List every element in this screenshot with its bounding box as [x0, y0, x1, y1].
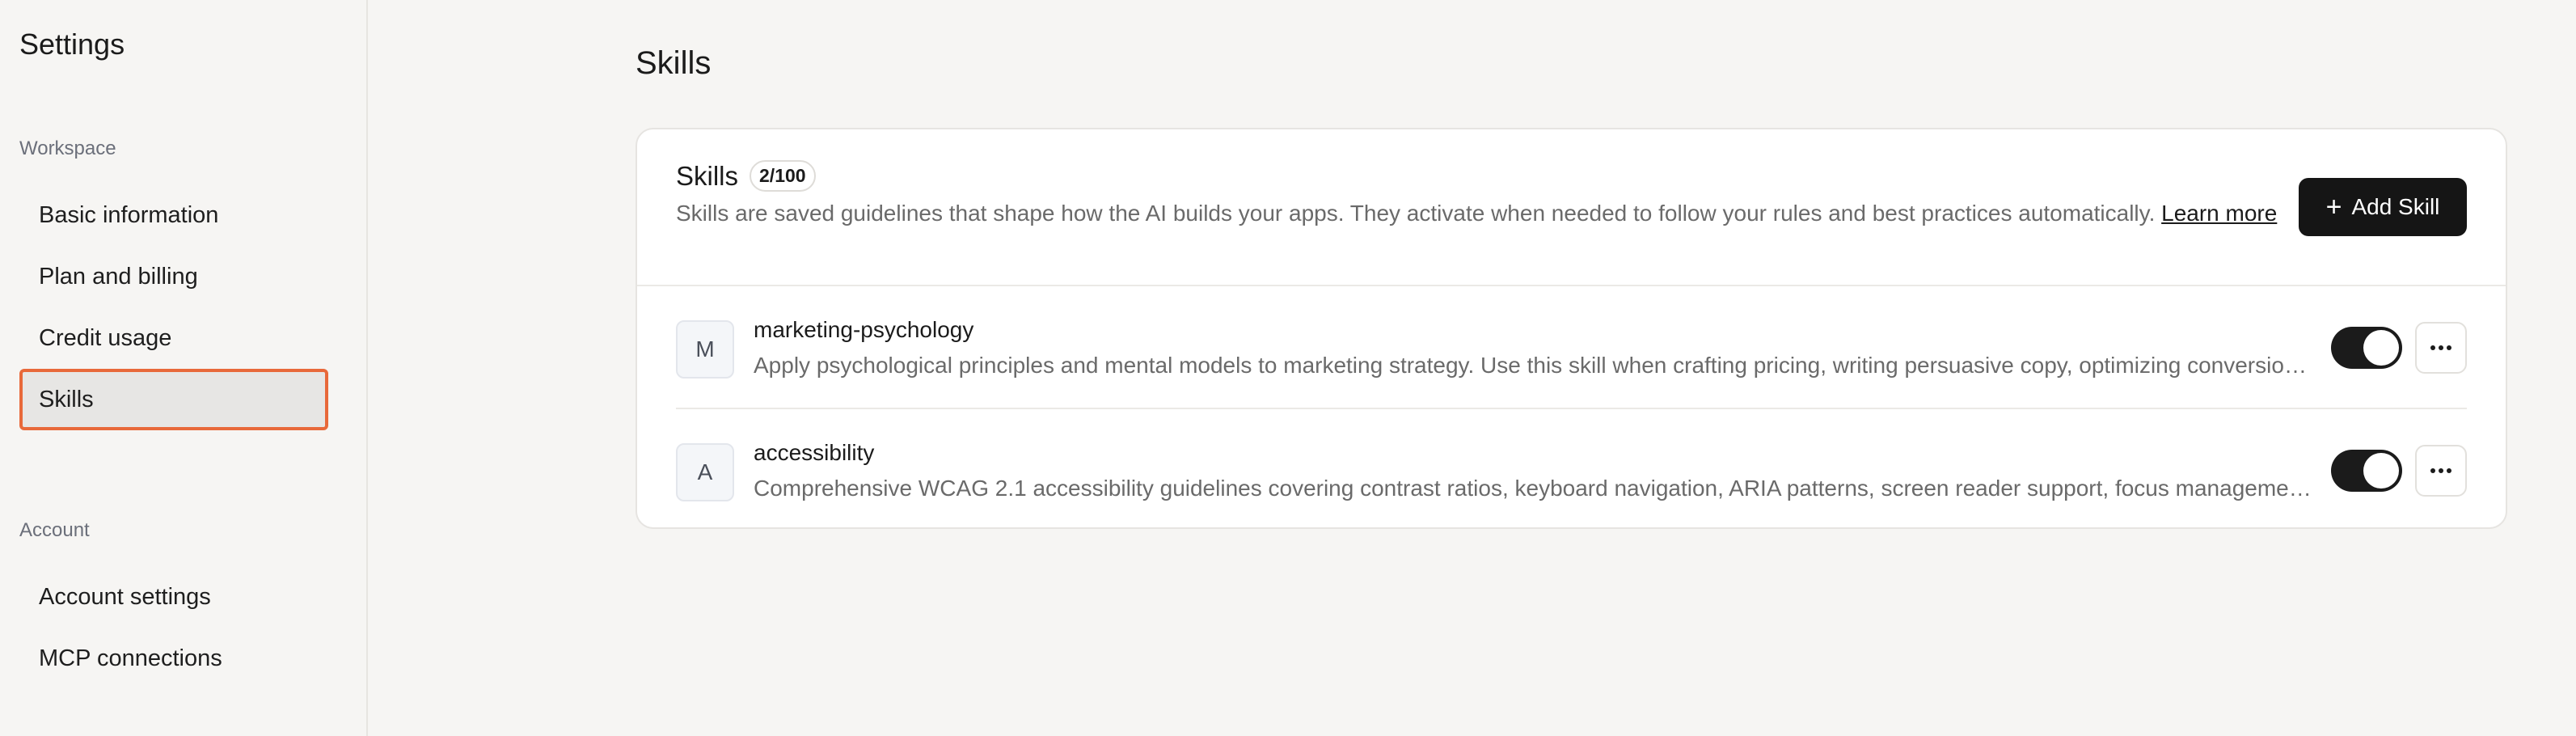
sidebar-item-plan-and-billing[interactable]: Plan and billing: [19, 246, 328, 307]
skill-row: M marketing-psychology Apply psychologic…: [676, 286, 2467, 408]
skill-row: A accessibility Comprehensive WCAG 2.1 a…: [676, 408, 2467, 527]
app-root: Settings Workspace Basic information Pla…: [0, 0, 2576, 736]
section-label-workspace: Workspace: [19, 137, 116, 159]
skill-enabled-toggle[interactable]: [2331, 450, 2402, 492]
skill-avatar: M: [676, 320, 734, 379]
sidebar-item-mcp-connections[interactable]: MCP connections: [19, 628, 328, 689]
more-horizontal-icon: [2430, 468, 2451, 473]
toggle-knob: [2363, 330, 2399, 366]
sidebar-item-basic-information[interactable]: Basic information: [19, 184, 328, 246]
sidebar-title: Settings: [19, 27, 125, 61]
skill-name: marketing-psychology: [754, 317, 974, 342]
learn-more-link[interactable]: Learn more: [2161, 201, 2277, 226]
main-content: Skills Skills 2/100 Skills are saved gui…: [368, 0, 2576, 736]
skills-count-badge: 2/100: [750, 160, 816, 192]
page-title: Skills: [636, 45, 712, 81]
skill-description: Comprehensive WCAG 2.1 accessibility gui…: [754, 476, 2314, 501]
card-title-row: Skills 2/100: [676, 160, 816, 192]
skill-more-button[interactable]: [2415, 322, 2467, 374]
add-skill-button[interactable]: + Add Skill: [2299, 178, 2467, 236]
skill-avatar: A: [676, 443, 734, 501]
card-description: Skills are saved guidelines that shape h…: [676, 197, 2285, 230]
add-skill-label: Add Skill: [2351, 194, 2440, 219]
sidebar-item-account-settings[interactable]: Account settings: [19, 566, 328, 628]
sidebar-item-credit-usage[interactable]: Credit usage: [19, 307, 328, 369]
settings-sidebar: Settings Workspace Basic information Pla…: [0, 0, 368, 736]
section-label-account: Account: [19, 519, 90, 541]
skill-description: Apply psychological principles and menta…: [754, 353, 2314, 378]
skills-card-header: Skills 2/100 Skills are saved guidelines…: [637, 129, 2506, 286]
skill-enabled-toggle[interactable]: [2331, 327, 2402, 369]
more-horizontal-icon: [2430, 345, 2451, 350]
skill-name: accessibility: [754, 440, 875, 465]
skills-card: Skills 2/100 Skills are saved guidelines…: [636, 128, 2507, 529]
card-title: Skills: [676, 160, 739, 191]
skill-more-button[interactable]: [2415, 445, 2467, 497]
card-description-text: Skills are saved guidelines that shape h…: [676, 201, 2156, 226]
toggle-knob: [2363, 453, 2399, 489]
plus-icon: +: [2325, 192, 2342, 222]
sidebar-item-skills[interactable]: Skills: [19, 369, 328, 430]
